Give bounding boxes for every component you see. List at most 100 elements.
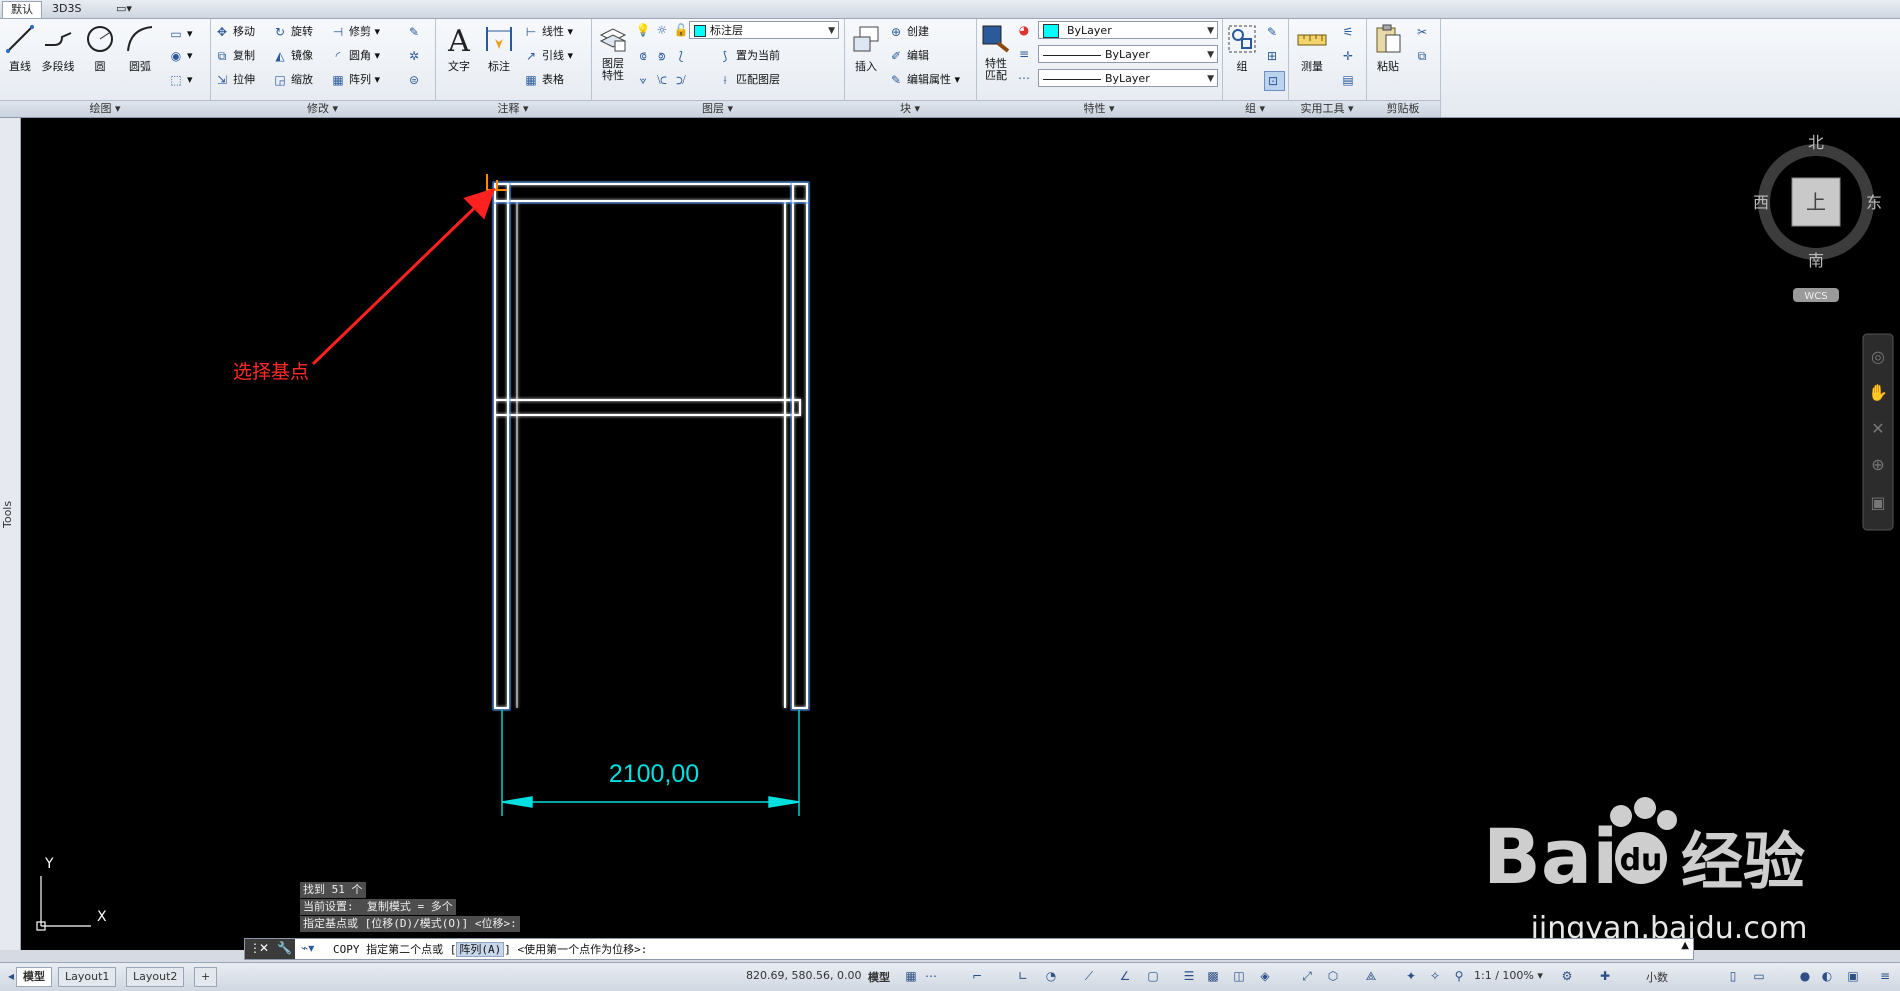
explode-button[interactable]: ✲ (406, 47, 425, 65)
lineweight-icon[interactable]: ≡ (1016, 45, 1035, 63)
offset-button[interactable]: ⊜ (406, 71, 425, 89)
group-button[interactable]: 组 (1222, 23, 1262, 74)
frame-right-post[interactable] (792, 183, 808, 709)
array-button[interactable]: ▦ 阵列 ▾ (330, 71, 380, 89)
panel-annotate-title[interactable]: 注释 ▾ (435, 100, 591, 117)
transparency-icon[interactable]: ▩ (1206, 969, 1220, 983)
showmotion-icon[interactable]: ▣ (1870, 493, 1885, 512)
edit-block-button[interactable]: ✐ 编辑 (888, 47, 929, 65)
viewcube-south[interactable]: 南 (1808, 251, 1824, 270)
linear-dim-button[interactable]: ⊢ 线性 ▾ (523, 23, 573, 41)
calculator-button[interactable]: ▤ (1340, 71, 1359, 89)
hardware-acceleration-icon[interactable]: ◐ (1820, 969, 1834, 983)
linetype-icon[interactable]: ⋯ (1016, 69, 1035, 87)
group-edit-button[interactable]: ✎ (1264, 23, 1283, 41)
wrench-icon[interactable]: 🔧 (277, 941, 292, 955)
annotation-monitor-icon[interactable]: ✚ (1598, 969, 1612, 983)
coordinates-readout[interactable]: 820.69, 580.56, 0.00 (746, 969, 861, 982)
id-point-button[interactable]: ✛ (1340, 47, 1359, 65)
panel-properties-title[interactable]: 特性 ▾ (976, 100, 1222, 117)
frame-selection[interactable] (494, 183, 808, 709)
copy-clip-button[interactable]: ⧉ (1414, 47, 1433, 65)
workspace-gear-icon[interactable]: ⚙ (1560, 969, 1574, 983)
annotation-scale-dropdown[interactable]: 1:1 / 100% ▾ (1474, 969, 1543, 982)
object-track-icon[interactable]: ∠ (1118, 969, 1132, 983)
edit-attributes-button[interactable]: ✎ 编辑属性 ▾ (888, 71, 960, 89)
lock-ui-icon[interactable]: ▭ (1752, 969, 1766, 983)
ortho-icon[interactable]: ∟ (1016, 969, 1030, 983)
command-line[interactable]: ⋮ ✕ 🔧 ⌁▾ COPY 指定第二个点或 [阵列(A)] <使用第一个点作为位… (244, 938, 1694, 960)
osnap-icon[interactable]: ▢ (1146, 969, 1160, 983)
model-space-button[interactable]: 模型 (868, 969, 890, 985)
filter-icon[interactable]: ⬡ (1326, 969, 1340, 983)
table-button[interactable]: ▦ 表格 (523, 71, 564, 89)
trim-button[interactable]: ⊣ 修剪 ▾ (330, 23, 380, 41)
infer-icon[interactable]: ⌐ (970, 969, 984, 983)
layer-tools-row3[interactable]: ⟇ ⟈ ⟉ (635, 71, 692, 89)
arc-button[interactable]: 圆弧 (120, 23, 160, 74)
layer-properties-button[interactable]: 图层 特性 (593, 23, 633, 82)
fillet-button[interactable]: ◜ 圆角 ▾ (330, 47, 380, 65)
isodraft-icon[interactable]: ⟋ (1082, 969, 1096, 983)
layer-dropdown[interactable]: 标注层 ▼ (689, 21, 839, 39)
text-button[interactable]: A 文字 (439, 23, 479, 74)
panel-draw-title[interactable]: 绘图 ▾ (0, 100, 210, 117)
create-block-button[interactable]: ⊕ 创建 (888, 23, 929, 41)
scale-button[interactable]: ◲ 缩放 (272, 71, 313, 89)
quick-properties-icon[interactable]: ▯ (1726, 969, 1740, 983)
erase-button[interactable]: ✎ (406, 23, 425, 41)
panel-layers-title[interactable]: 图层 ▾ (591, 100, 844, 117)
panel-clipboard-title[interactable]: 剪贴板 (1366, 100, 1440, 117)
tab-default[interactable]: 默认 (2, 1, 42, 18)
move-button[interactable]: ✥ 移动 (214, 23, 255, 41)
panel-block-title[interactable]: 块 ▾ (844, 100, 976, 117)
paste-button[interactable]: 粘贴 (1368, 23, 1408, 74)
dynamic-ucs-icon[interactable]: ⤢ (1300, 969, 1314, 983)
color-dropdown[interactable]: ByLayer ▼ (1038, 21, 1218, 39)
match-layer-button[interactable]: ⟊ 匹配图层 (717, 71, 780, 89)
annotation-scale-icon[interactable]: ⚲ (1452, 969, 1466, 983)
lineweight-dropdown[interactable]: ByLayer ▼ (1038, 45, 1218, 63)
mirror-button[interactable]: ◭ 镜像 (272, 47, 313, 65)
cut-button[interactable]: ✂ (1414, 23, 1433, 41)
frame-middle-beam[interactable] (494, 399, 801, 416)
pan-icon[interactable]: ✋ (1868, 383, 1888, 402)
rotate-button[interactable]: ↻ 旋转 (272, 23, 313, 41)
group-select-toggle[interactable]: ⊡ (1264, 71, 1285, 91)
lineweight-toggle-icon[interactable]: ☰ (1182, 969, 1196, 983)
array-option-button[interactable]: 阵列(A) (456, 942, 505, 957)
orbit-icon[interactable]: ⊕ (1871, 455, 1884, 474)
polar-icon[interactable]: ◔ (1044, 969, 1058, 983)
polyline-button[interactable]: 多段线 (38, 23, 78, 74)
command-history-toggle[interactable]: ▲ (1681, 940, 1689, 951)
match-properties-button[interactable]: 特性 匹配 (976, 23, 1016, 82)
annotation-visibility-icon[interactable]: ✦ (1404, 969, 1418, 983)
navigation-bar[interactable]: ◎ ✋ ✕ ⊕ ▣ (1862, 333, 1894, 531)
insert-button[interactable]: 插入 (846, 23, 886, 74)
tab-layout1[interactable]: Layout1 (58, 967, 117, 987)
panel-modify-title[interactable]: 修改 ▾ (210, 100, 435, 117)
command-icon[interactable]: ⌁▾ (301, 941, 314, 955)
measure-button[interactable]: 测量 (1292, 23, 1332, 74)
layer-tools-row2[interactable]: ⟃ ⟄ ⟅ (635, 47, 692, 65)
frame-left-post[interactable] (494, 183, 509, 709)
tab-model[interactable]: 模型 (16, 967, 52, 987)
3d-osnap-icon[interactable]: ◈ (1258, 969, 1272, 983)
customize-icon[interactable]: ≡ (1878, 969, 1892, 983)
steering-wheel-icon[interactable]: ◎ (1871, 347, 1885, 366)
selection-cycling-icon[interactable]: ◫ (1232, 969, 1246, 983)
tab-3d3s[interactable]: 3D3S (44, 1, 89, 17)
grid-icon[interactable]: ▦ (904, 969, 918, 983)
clean-screen-icon[interactable]: ▣ (1846, 969, 1860, 983)
stretch-button[interactable]: ⇲ 拉伸 (214, 71, 255, 89)
dimension-button[interactable]: 标注 (479, 23, 519, 74)
viewcube-north[interactable]: 北 (1808, 133, 1824, 152)
units-dropdown[interactable]: 小数 (1646, 969, 1668, 985)
circle-button[interactable]: 圆 (80, 23, 120, 74)
frame-top-beam[interactable] (494, 183, 808, 202)
copy-button[interactable]: ⧉ 复制 (214, 47, 255, 65)
zoom-icon[interactable]: ✕ (1871, 419, 1884, 438)
auto-scale-icon[interactable]: ✧ (1428, 969, 1442, 983)
snap-icon[interactable]: ⋯ (924, 969, 938, 983)
panel-group-title[interactable]: 组 ▾ (1222, 100, 1288, 117)
